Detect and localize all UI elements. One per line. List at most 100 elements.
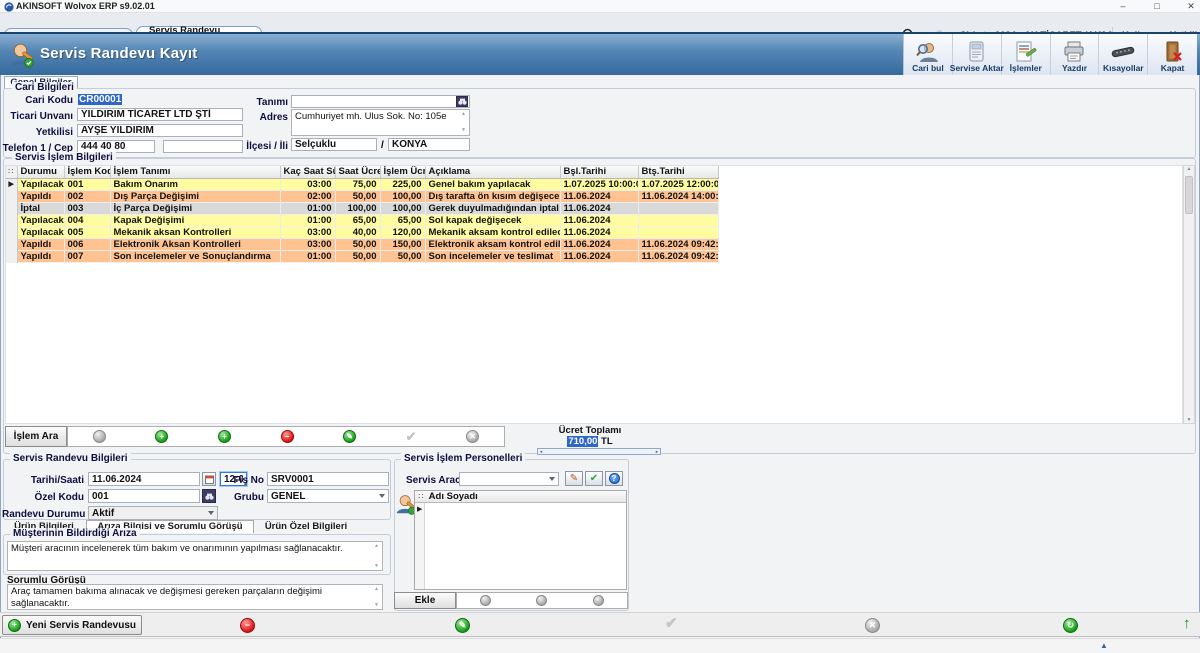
nav-append-icon[interactable]: + xyxy=(218,430,231,443)
grid-row[interactable]: ▶Yapılacak001Bakım Onarım03:0075,00225,0… xyxy=(6,178,718,190)
collapse-panel-icon[interactable]: ▲ xyxy=(1100,641,1108,650)
nav-prior-icon[interactable] xyxy=(536,595,547,606)
scroll-right-icon[interactable]: ► xyxy=(655,449,659,454)
nav-insert-icon[interactable]: + xyxy=(155,430,168,443)
adres-scroll-arrows[interactable]: ▲ ▼ xyxy=(459,111,468,133)
kapat-button[interactable]: Kapat xyxy=(1148,34,1197,75)
grid-column-header[interactable]: Açıklama xyxy=(425,166,560,178)
personel-grid-body[interactable]: ▶ xyxy=(415,503,626,589)
post-record-icon[interactable]: ✔ xyxy=(665,616,678,631)
grid-vertical-scrollbar[interactable]: ▲ ▼ xyxy=(1183,165,1195,424)
grid-column-header[interactable]: Durumu xyxy=(17,166,64,178)
scroll-up-icon[interactable]: ▲ xyxy=(1187,166,1192,172)
grid-cell: 225,00 xyxy=(380,178,425,190)
il-input[interactable] xyxy=(388,138,470,151)
refresh-icon[interactable]: ↻ xyxy=(1063,618,1078,633)
personel-grid: :: Adı Soyadı ▶ xyxy=(414,490,627,590)
yazdir-button[interactable]: Yazdır xyxy=(1051,34,1100,75)
grid-row[interactable]: Yapılacak004Kapak Değişimi01:0065,0065,0… xyxy=(6,214,718,226)
ariza-scroll-arrows[interactable]: ▲ ▼ xyxy=(372,543,381,569)
grid-cell: 007 xyxy=(64,250,110,262)
grid-column-header[interactable]: Kaç Saat Sürdü xyxy=(280,166,335,178)
grid-row[interactable]: İptal003İç Parça Değişimi01:00100,00100,… xyxy=(6,202,718,214)
scroll-left-icon[interactable]: ◄ xyxy=(539,449,543,454)
sorumlu-textarea[interactable]: Araç tamamen bakıma alınacak ve değişmes… xyxy=(7,584,383,610)
grid-row[interactable]: Yapıldı006Elektronik Aksan Kontrolleri03… xyxy=(6,238,718,250)
grid-column-header[interactable]: Bşl.Tarihi xyxy=(560,166,638,178)
cari-kodu-label: Cari Kodu xyxy=(6,95,73,106)
help-button[interactable]: ? xyxy=(605,471,623,486)
scroll-down-icon[interactable]: ▼ xyxy=(374,563,379,569)
kisayollar-button[interactable]: Kısayollar xyxy=(1099,34,1148,75)
edit-vehicle-button[interactable]: ✎ xyxy=(565,471,583,486)
scroll-up-icon[interactable]: ▲ xyxy=(374,543,379,549)
grid-row[interactable]: Yapıldı002Dış Parça Değişimi02:0050,0010… xyxy=(6,190,718,202)
randevu-durumu-select[interactable]: Aktif xyxy=(88,506,218,520)
nav-post-icon[interactable]: ✔ xyxy=(406,430,417,443)
ozel-kodu-input[interactable] xyxy=(88,489,200,503)
servise-aktar-button[interactable]: Servise Aktar xyxy=(953,34,1002,75)
scroll-down-icon[interactable]: ▼ xyxy=(1187,417,1192,423)
grid-cell: Elektronik Aksan Kontrolleri xyxy=(110,238,280,250)
cari-bul-button[interactable]: Cari bul xyxy=(904,34,953,75)
scroll-up-icon[interactable]: ▲ xyxy=(374,586,379,592)
grid-row[interactable]: Yapılacak005Mekanik aksan Kontrolleri03:… xyxy=(6,226,718,238)
tab-urun-ozel-bilgileri[interactable]: Ürün Özel Bilgileri xyxy=(258,521,354,533)
grid-column-header[interactable]: Saat Ücreti xyxy=(335,166,380,178)
ozel-kodu-lookup-button[interactable] xyxy=(202,489,216,503)
scroll-down-icon[interactable]: ▼ xyxy=(461,127,466,133)
tanimi-input[interactable] xyxy=(291,95,470,108)
grid-column-header[interactable]: İşlem Kodu xyxy=(64,166,110,178)
ucret-toplami-currency: TL xyxy=(601,436,613,447)
fis-no-input[interactable] xyxy=(267,472,389,486)
calendar-button[interactable] xyxy=(202,472,216,486)
header-toolbar: Cari bul Servise Aktar xyxy=(903,34,1197,75)
confirm-vehicle-button[interactable]: ✔ xyxy=(585,471,603,486)
edit-record-icon[interactable]: ✎ xyxy=(455,618,470,633)
cancel-record-icon[interactable]: ✕ xyxy=(865,618,880,633)
tarih-input[interactable] xyxy=(88,472,200,486)
minimize-button[interactable]: – xyxy=(1108,0,1138,13)
scrollbar-thumb[interactable] xyxy=(1185,176,1193,214)
mini-horizontal-scrollbar[interactable]: ◄ ► xyxy=(537,448,661,455)
ucret-toplami-value[interactable]: 710,00 xyxy=(567,436,598,447)
scroll-down-icon[interactable]: ▼ xyxy=(374,602,379,608)
ticari-unvani-input[interactable] xyxy=(77,108,243,121)
nav-delete-icon[interactable]: − xyxy=(281,430,294,443)
grid-cell: 100,00 xyxy=(380,202,425,214)
nav-cancel-icon[interactable]: ✕ xyxy=(466,430,479,443)
maximize-button[interactable]: □ xyxy=(1142,0,1172,13)
grid-cell: 006 xyxy=(64,238,110,250)
export-up-icon[interactable]: ↑ xyxy=(1183,615,1191,632)
grid-cell: 03:00 xyxy=(280,226,335,238)
sorumlu-scroll-arrows[interactable]: ▲ ▼ xyxy=(372,586,381,608)
grid-column-header[interactable]: İşlem Tanımı xyxy=(110,166,280,178)
grid-cell: Yapılacak xyxy=(17,214,64,226)
cari-kodu-value[interactable]: CR00001 xyxy=(78,94,122,105)
tanimi-lookup-button[interactable] xyxy=(456,96,468,107)
ekle-button[interactable]: Ekle xyxy=(394,592,456,609)
app-logo-icon xyxy=(4,2,14,12)
nav-first-icon[interactable] xyxy=(93,430,106,443)
nav-edit-icon[interactable]: ✎ xyxy=(343,430,356,443)
grid-column-header[interactable]: İşlem Ücreti xyxy=(380,166,425,178)
ariza-textarea[interactable]: Müşteri aracının incelenerek tüm bakım v… xyxy=(7,541,383,571)
servis-araci-select[interactable] xyxy=(459,472,559,486)
islemler-button[interactable]: İşlemler xyxy=(1002,34,1051,75)
close-button[interactable]: ✕ xyxy=(1176,0,1200,13)
delete-record-icon[interactable]: − xyxy=(240,618,255,633)
new-appointment-button[interactable]: + Yeni Servis Randevusu xyxy=(2,615,142,635)
adi-soyadi-column[interactable]: Adı Soyadı xyxy=(429,491,478,502)
scroll-up-icon[interactable]: ▲ xyxy=(461,111,466,117)
nav-next-icon[interactable] xyxy=(593,595,604,606)
adres-textarea[interactable]: Cumhuriyet mh. Ulus Sok. No: 105e xyxy=(291,109,470,136)
personel-grid-header[interactable]: :: Adı Soyadı xyxy=(415,491,626,503)
ilce-input[interactable] xyxy=(291,138,377,151)
yetkilisi-input[interactable] xyxy=(77,124,243,137)
grid-column-header[interactable]: Btş.Tarihi xyxy=(638,166,718,178)
nav-first-icon[interactable] xyxy=(480,595,491,606)
grid-cell: 50,00 xyxy=(335,250,380,262)
islem-ara-button[interactable]: İşlem Ara xyxy=(5,426,67,447)
grid-row[interactable]: Yapıldı007Son incelemeler ve Sonuçlandır… xyxy=(6,250,718,262)
grubu-select[interactable]: GENEL xyxy=(267,489,389,503)
